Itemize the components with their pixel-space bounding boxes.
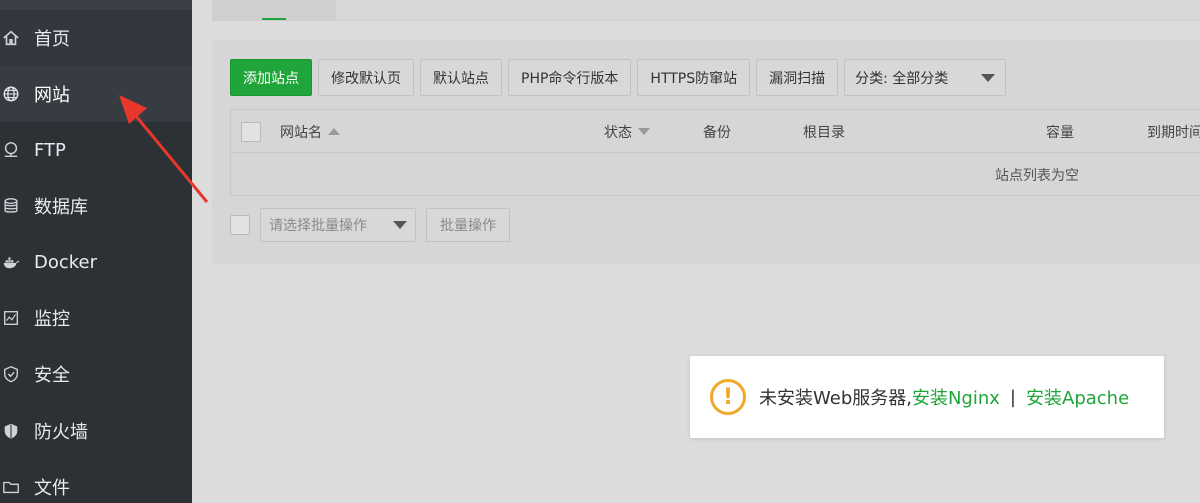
column-label: 备份 [703, 124, 731, 141]
site-list-panel: 添加站点 修改默认页 默认站点 PHP命令行版本 HTTPS防窜站 漏洞扫描 分… [212, 40, 1200, 264]
sidebar-item-ftp[interactable]: FTP [0, 122, 192, 178]
sidebar-item-label: Docker [34, 251, 98, 273]
monitor-icon [0, 309, 34, 327]
sidebar-item-security[interactable]: 安全 [0, 346, 192, 402]
sidebar-item-docker[interactable]: Docker [0, 234, 192, 290]
toolbar: 添加站点 修改默认页 默认站点 PHP命令行版本 HTTPS防窜站 漏洞扫描 分… [230, 59, 1007, 96]
database-icon [0, 197, 34, 215]
install-apache-link[interactable]: 安装Apache [1026, 384, 1129, 410]
column-root: 根目录 [803, 110, 845, 153]
empty-text: 站点列表为空 [995, 168, 1079, 184]
globe-icon [0, 85, 34, 103]
chevron-down-icon [393, 221, 407, 229]
https-protect-button[interactable]: HTTPS防窜站 [637, 59, 751, 96]
home-icon [0, 29, 34, 47]
category-select[interactable]: 分类: 全部分类 [844, 59, 1007, 96]
category-select-value: 分类: 全部分类 [855, 70, 949, 87]
table-header: 网站名 状态 备份 根目录 容量 到期时间 [231, 110, 1200, 153]
shield-icon [0, 365, 34, 383]
install-nginx-link[interactable]: 安装Nginx [912, 384, 1000, 410]
column-capacity: 容量 [1046, 110, 1074, 153]
sort-down-icon [638, 128, 650, 135]
sidebar-item-label: 首页 [34, 29, 70, 50]
sidebar-item-label: 监控 [34, 309, 70, 330]
sidebar-item-website[interactable]: 网站 [0, 66, 192, 122]
web-server-warning-toast: ! 未安装Web服务器, 安装Nginx | 安装Apache [690, 356, 1164, 438]
sidebar-item-label: 防火墙 [34, 422, 88, 443]
sidebar-item-label: 网站 [34, 85, 70, 106]
column-label: 网站名 [280, 124, 322, 141]
ftp-icon [0, 141, 34, 159]
column-status[interactable]: 状态 [604, 110, 650, 153]
sidebar-item-database[interactable]: 数据库 [0, 178, 192, 234]
batch-operation-select[interactable]: 请选择批量操作 [260, 208, 416, 242]
sidebar-item-label: 安全 [34, 365, 70, 386]
sidebar-item-firewall[interactable]: 防火墙 [0, 403, 192, 459]
sidebar: 首页 网站 FTP 数据库 Docker 监控 安全 防火墙 文件 [0, 0, 192, 503]
docker-icon [0, 253, 34, 271]
edit-default-page-button[interactable]: 修改默认页 [318, 59, 414, 96]
batch-select-placeholder: 请选择批量操作 [269, 218, 367, 234]
sidebar-item-label: 数据库 [34, 197, 88, 218]
site-table: 网站名 状态 备份 根目录 容量 到期时间 站点列表为空 [230, 109, 1200, 196]
select-all-checkbox[interactable] [241, 110, 261, 153]
column-label: 根目录 [803, 124, 845, 141]
column-backup: 备份 [703, 110, 731, 153]
warning-icon: ! [710, 379, 746, 415]
sidebar-item-files[interactable]: 文件 [0, 459, 192, 503]
batch-select-checkbox[interactable] [230, 215, 250, 235]
column-label: 到期时间 [1147, 124, 1200, 141]
toast-separator: | [1009, 386, 1016, 408]
table-empty-row: 站点列表为空 [231, 154, 1200, 196]
sidebar-item-home[interactable]: 首页 [0, 10, 192, 66]
column-expire[interactable]: 到期时间 [1147, 110, 1200, 153]
batch-operation-button[interactable]: 批量操作 [426, 208, 510, 242]
tab-underline [262, 18, 286, 20]
chevron-down-icon [981, 73, 996, 82]
add-site-button[interactable]: 添加站点 [230, 59, 312, 96]
batch-bar: 请选择批量操作 批量操作 [230, 208, 510, 242]
checkbox-box [241, 121, 261, 142]
default-site-button[interactable]: 默认站点 [420, 59, 502, 96]
folder-icon [0, 478, 34, 496]
vuln-scan-button[interactable]: 漏洞扫描 [756, 59, 839, 96]
sidebar-top-strip [0, 0, 192, 10]
toast-message: 未安装Web服务器, [759, 388, 912, 409]
php-cli-version-button[interactable]: PHP命令行版本 [508, 59, 632, 96]
column-site-name[interactable]: 网站名 [280, 110, 340, 153]
sidebar-item-label: FTP [34, 139, 66, 161]
column-label: 状态 [604, 124, 632, 141]
sidebar-item-label: 文件 [34, 478, 70, 499]
tabs-strip [212, 0, 1200, 21]
sort-up-icon [328, 128, 340, 135]
column-label: 容量 [1046, 124, 1074, 141]
sidebar-item-monitor[interactable]: 监控 [0, 290, 192, 346]
firewall-icon [0, 422, 34, 440]
